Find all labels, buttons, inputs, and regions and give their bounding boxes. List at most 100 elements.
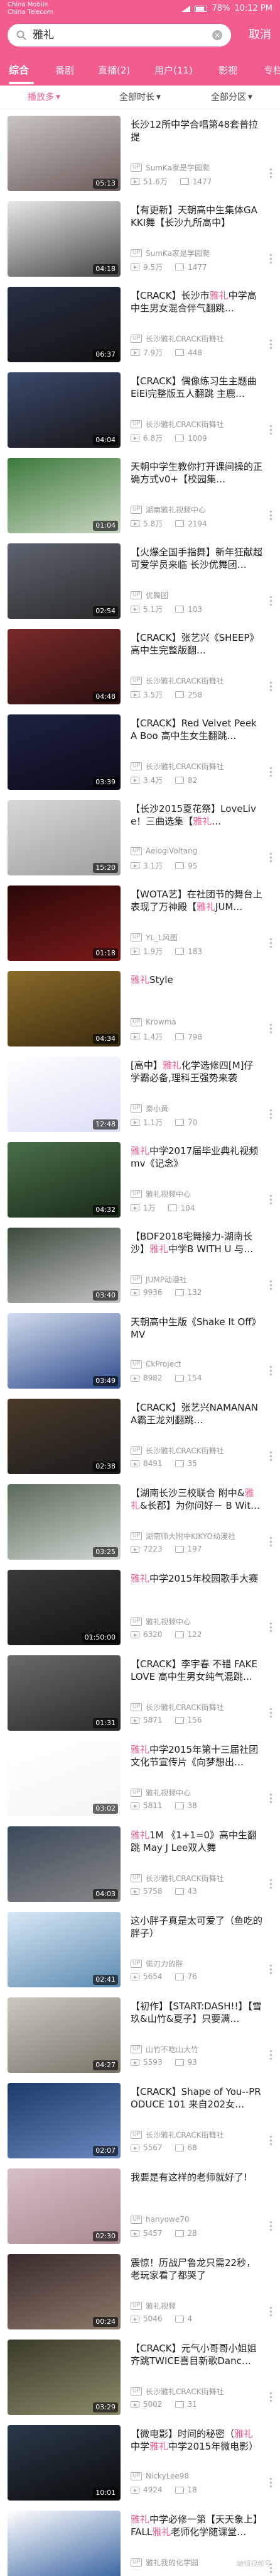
video-title[interactable]: 这小胖子真是太可爱了（鱼吃的胖子） — [131, 1914, 262, 1940]
more-options-icon[interactable] — [270, 2392, 272, 2402]
video-title[interactable]: 【CRACK】偶像练习生主题曲EiEi完整版五人翻跳 主鹿… — [131, 375, 262, 400]
video-thumbnail[interactable]: 04:48 — [8, 629, 121, 704]
video-title[interactable]: 【CRACK】元气小哥哥小姐姐齐跳TWICE喜目新歌Danc… — [131, 2342, 262, 2367]
clear-icon[interactable]: × — [212, 30, 222, 40]
more-options-icon[interactable] — [270, 511, 272, 521]
video-title[interactable]: 天朝中学生教你打开课间操的正确方式v0+【校园集… — [131, 460, 262, 486]
uploader-line[interactable]: UP 秦小黄 — [131, 1103, 168, 1114]
video-title[interactable]: 雅礼中学2015年校园歌手大赛 — [131, 1572, 262, 1597]
video-title[interactable]: 【长沙2015夏花祭】LoveLive！三曲选集【雅礼… — [131, 802, 262, 828]
video-thumbnail[interactable]: 04:04 — [8, 372, 121, 448]
video-result[interactable]: 04:04 【CRACK】偶像练习生主题曲EiEi完整版五人翻跳 主鹿… UP 长沙雅… — [0, 367, 280, 453]
video-thumbnail[interactable]: 15:20 — [8, 800, 121, 875]
uploader-line[interactable]: UP 雅礼我的化学园 — [131, 2557, 198, 2568]
video-title[interactable]: 【湖南长沙三校联合 附中&雅礼&长郡】为你问好－ B Wit… — [131, 1487, 262, 1512]
more-options-icon[interactable] — [270, 1794, 272, 1804]
uploader-line[interactable]: UP SumKa家是学园爬 — [131, 248, 210, 258]
uploader-line[interactable]: UP 雅礼视频中心 — [131, 1189, 191, 1199]
video-thumbnail[interactable]: 12:48 — [8, 1057, 121, 1132]
more-options-icon[interactable] — [270, 1623, 272, 1633]
video-result[interactable]: 03:40 【BDF2018宅舞接力-湖南长沙】雅礼中学B WITH U 与… UP… — [0, 1223, 280, 1308]
uploader-line[interactable]: UP 雅礼视频 — [131, 2301, 176, 2311]
video-result[interactable]: 04:48 【CRACK】张艺兴《SHEEP》高中生完整版翻… UP 长沙雅礼CRAC… — [0, 624, 280, 709]
video-thumbnail[interactable]: 03:25 — [8, 1484, 121, 1560]
video-thumbnail[interactable]: 03:40 — [8, 1228, 121, 1303]
uploader-line[interactable]: UP 长沙雅礼CRACK街舞社 — [131, 1873, 224, 1884]
duration-filter[interactable]: 全部时长 ▼ — [119, 92, 161, 103]
uploader-line[interactable]: UP 长沙雅礼CRACK街舞社 — [131, 333, 224, 344]
video-result[interactable]: 02:30 我要是有这样的老师就好了! UP hanyowe70 5457 28 — [0, 2163, 280, 2249]
uploader-line[interactable]: UP 雅礼视频中心 — [131, 1616, 191, 1627]
video-result[interactable]: 01:50:00 雅礼中学2015年校园歌手大赛 UP 雅礼视频中心 6320 122 — [0, 1565, 280, 1650]
more-options-icon[interactable] — [270, 1280, 272, 1291]
video-result[interactable]: 04:03 雅礼1M 《1+1=0》高中生翻跳 May J Lee双人舞 UP 长沙雅… — [0, 1821, 280, 1907]
more-options-icon[interactable] — [270, 767, 272, 777]
video-result[interactable]: 03:49 天朝高中生版《Shake It Off》MV UP CkProject 89… — [0, 1308, 280, 1394]
video-title[interactable]: 【WOTA艺】在社团节的舞台上表现了万神殿【雅礼JUM… — [131, 888, 262, 913]
more-options-icon[interactable] — [270, 1024, 272, 1034]
tab-live[interactable]: 直播(2) — [98, 64, 130, 77]
video-title[interactable]: 震惊！历战尸鲁龙只需22秒，老玩家看了都哭了 — [131, 2257, 262, 2282]
more-options-icon[interactable] — [270, 682, 272, 692]
more-options-icon[interactable] — [270, 1708, 272, 1718]
video-title[interactable]: 【有更新】天朝高中生集体GAKKI舞【长沙九所高中】 — [131, 204, 262, 229]
video-thumbnail[interactable]: 03:49 — [8, 1313, 121, 1389]
tab-users[interactable]: 用户(11) — [154, 64, 193, 77]
video-title[interactable]: 天朝高中生版《Shake It Off》MV — [131, 1316, 262, 1341]
video-title[interactable]: 雅礼中学2015年第十三届社团文化节宣传片《向梦想出… — [131, 1743, 262, 1768]
video-title[interactable]: 【火爆全国手指舞】新年狂献超可爱学员来临 长沙优舞团… — [131, 546, 262, 571]
video-title[interactable]: 【CRACK】张艺兴NAMANANA霸王龙刘翻跳… — [131, 1401, 262, 1426]
more-options-icon[interactable] — [270, 1452, 272, 1462]
video-result[interactable]: 04:32 雅礼中学2017届毕业典礼视频mv《记念》 UP 雅礼视频中心 1万 104 — [0, 1137, 280, 1223]
video-result[interactable]: 04:34 雅礼Style UP Krowma 1.4万 798 — [0, 966, 280, 1052]
uploader-line[interactable]: UP 长沙雅礼CRACK街舞社 — [131, 2386, 224, 2397]
uploader-line[interactable]: UP 偌刃力的胖 — [131, 1958, 183, 1969]
more-options-icon[interactable] — [270, 1366, 272, 1376]
more-options-icon[interactable] — [270, 2136, 272, 2146]
video-thumbnail[interactable]: 03:29 — [8, 2340, 121, 2415]
uploader-line[interactable]: UP 长沙雅礼CRACK街舞社 — [131, 761, 224, 772]
video-thumbnail[interactable] — [8, 2511, 121, 2576]
more-options-icon[interactable] — [270, 340, 272, 350]
video-title[interactable]: 【CRACK】Red Velvet Peek A Boo 高中生女生翻跳… — [131, 717, 262, 742]
video-title[interactable]: 【微电影】时间的秘密（雅礼中学雅礼中学2015年微电影） — [131, 2428, 262, 2453]
video-result[interactable]: 02:41 这小胖子真是太可爱了（鱼吃的胖子） UP 偌刃力的胖 5654 76 — [0, 1907, 280, 1992]
video-thumbnail[interactable]: 01:04 — [8, 458, 121, 533]
video-title[interactable]: 【CRACK】李宇春 不错 FAKE LOVE 高中生男女纯气混跳… — [131, 1658, 262, 1683]
video-thumbnail[interactable]: 10:01 — [8, 2425, 121, 2501]
uploader-line[interactable]: UP 优舞团 — [131, 590, 168, 601]
video-thumbnail[interactable]: 04:03 — [8, 1826, 121, 1902]
video-result[interactable]: 03:39 【CRACK】Red Velvet Peek A Boo 高中生女生翻… — [0, 709, 280, 795]
video-thumbnail[interactable]: 05:13 — [8, 116, 121, 191]
uploader-line[interactable]: UP 长沙雅礼CRACK街舞社 — [131, 419, 224, 430]
video-result[interactable]: 04:27 【初作】【START:DASH!!】【雪玖&山竹&夏子】只要满… UP 山… — [0, 1992, 280, 2078]
uploader-line[interactable]: UP YL_L风图 — [131, 932, 178, 943]
video-title[interactable]: 我要是有这样的老师就好了! — [131, 2171, 262, 2196]
video-result[interactable]: 03:25 【湖南长沙三校联合 附中&雅礼&长郡】为你问好－ B Wit… UP 湖南… — [0, 1479, 280, 1565]
uploader-line[interactable]: UP CkProject — [131, 1360, 181, 1368]
video-title[interactable]: 雅礼中学必修一第【天天象上】FALL雅礼老师化学随课堂… — [131, 2513, 262, 2538]
more-options-icon[interactable] — [270, 2221, 272, 2231]
more-options-icon[interactable] — [270, 2478, 272, 2488]
video-title[interactable]: 雅礼1M 《1+1=0》高中生翻跳 May J Lee双人舞 — [131, 1829, 262, 1854]
video-result[interactable]: 01:18 【WOTA艺】在社团节的舞台上表现了万神殿【雅礼JUM… UP YL_L风… — [0, 880, 280, 966]
uploader-line[interactable]: UP 长沙雅礼CRACK街舞社 — [131, 1702, 224, 1713]
tab-articles[interactable]: 专栏 — [264, 64, 280, 77]
cancel-button[interactable]: 取消 — [249, 29, 271, 42]
video-result[interactable]: 12:48 [高中】雅礼化学选修四[M]仔学霸必备,理科王强势来袭 UP 秦小黄 1.1… — [0, 1052, 280, 1137]
video-title[interactable]: 【CRACK】Shape of You--PRODUCE 101 来自202女… — [131, 2085, 262, 2111]
more-options-icon[interactable] — [270, 169, 272, 179]
video-thumbnail[interactable]: 04:27 — [8, 1997, 121, 2073]
video-thumbnail[interactable]: 03:02 — [8, 1741, 121, 1816]
video-result[interactable]: 15:20 【长沙2015夏花祭】LoveLive！三曲选集【雅礼… UP Aeiog… — [0, 795, 280, 880]
uploader-line[interactable]: UP hanyowe70 — [131, 2215, 190, 2224]
video-thumbnail[interactable]: 02:38 — [8, 1399, 121, 1474]
uploader-line[interactable]: UP 山竹不吃山大竹 — [131, 2044, 198, 2055]
video-title[interactable]: [高中】雅礼化学选修四[M]仔学霸必备,理科王强势来袭 — [131, 1059, 262, 1084]
video-thumbnail[interactable]: 02:54 — [8, 543, 121, 619]
uploader-line[interactable]: UP 长沙雅礼CRACK街舞社 — [131, 2129, 224, 2140]
more-options-icon[interactable] — [270, 254, 272, 264]
video-result[interactable]: 01:04 天朝中学生教你打开课间操的正确方式v0+【校园集… UP 湖南雅礼视频中心… — [0, 453, 280, 538]
more-options-icon[interactable] — [270, 2307, 272, 2317]
zone-filter[interactable]: 全部分区 ▼ — [211, 92, 252, 103]
